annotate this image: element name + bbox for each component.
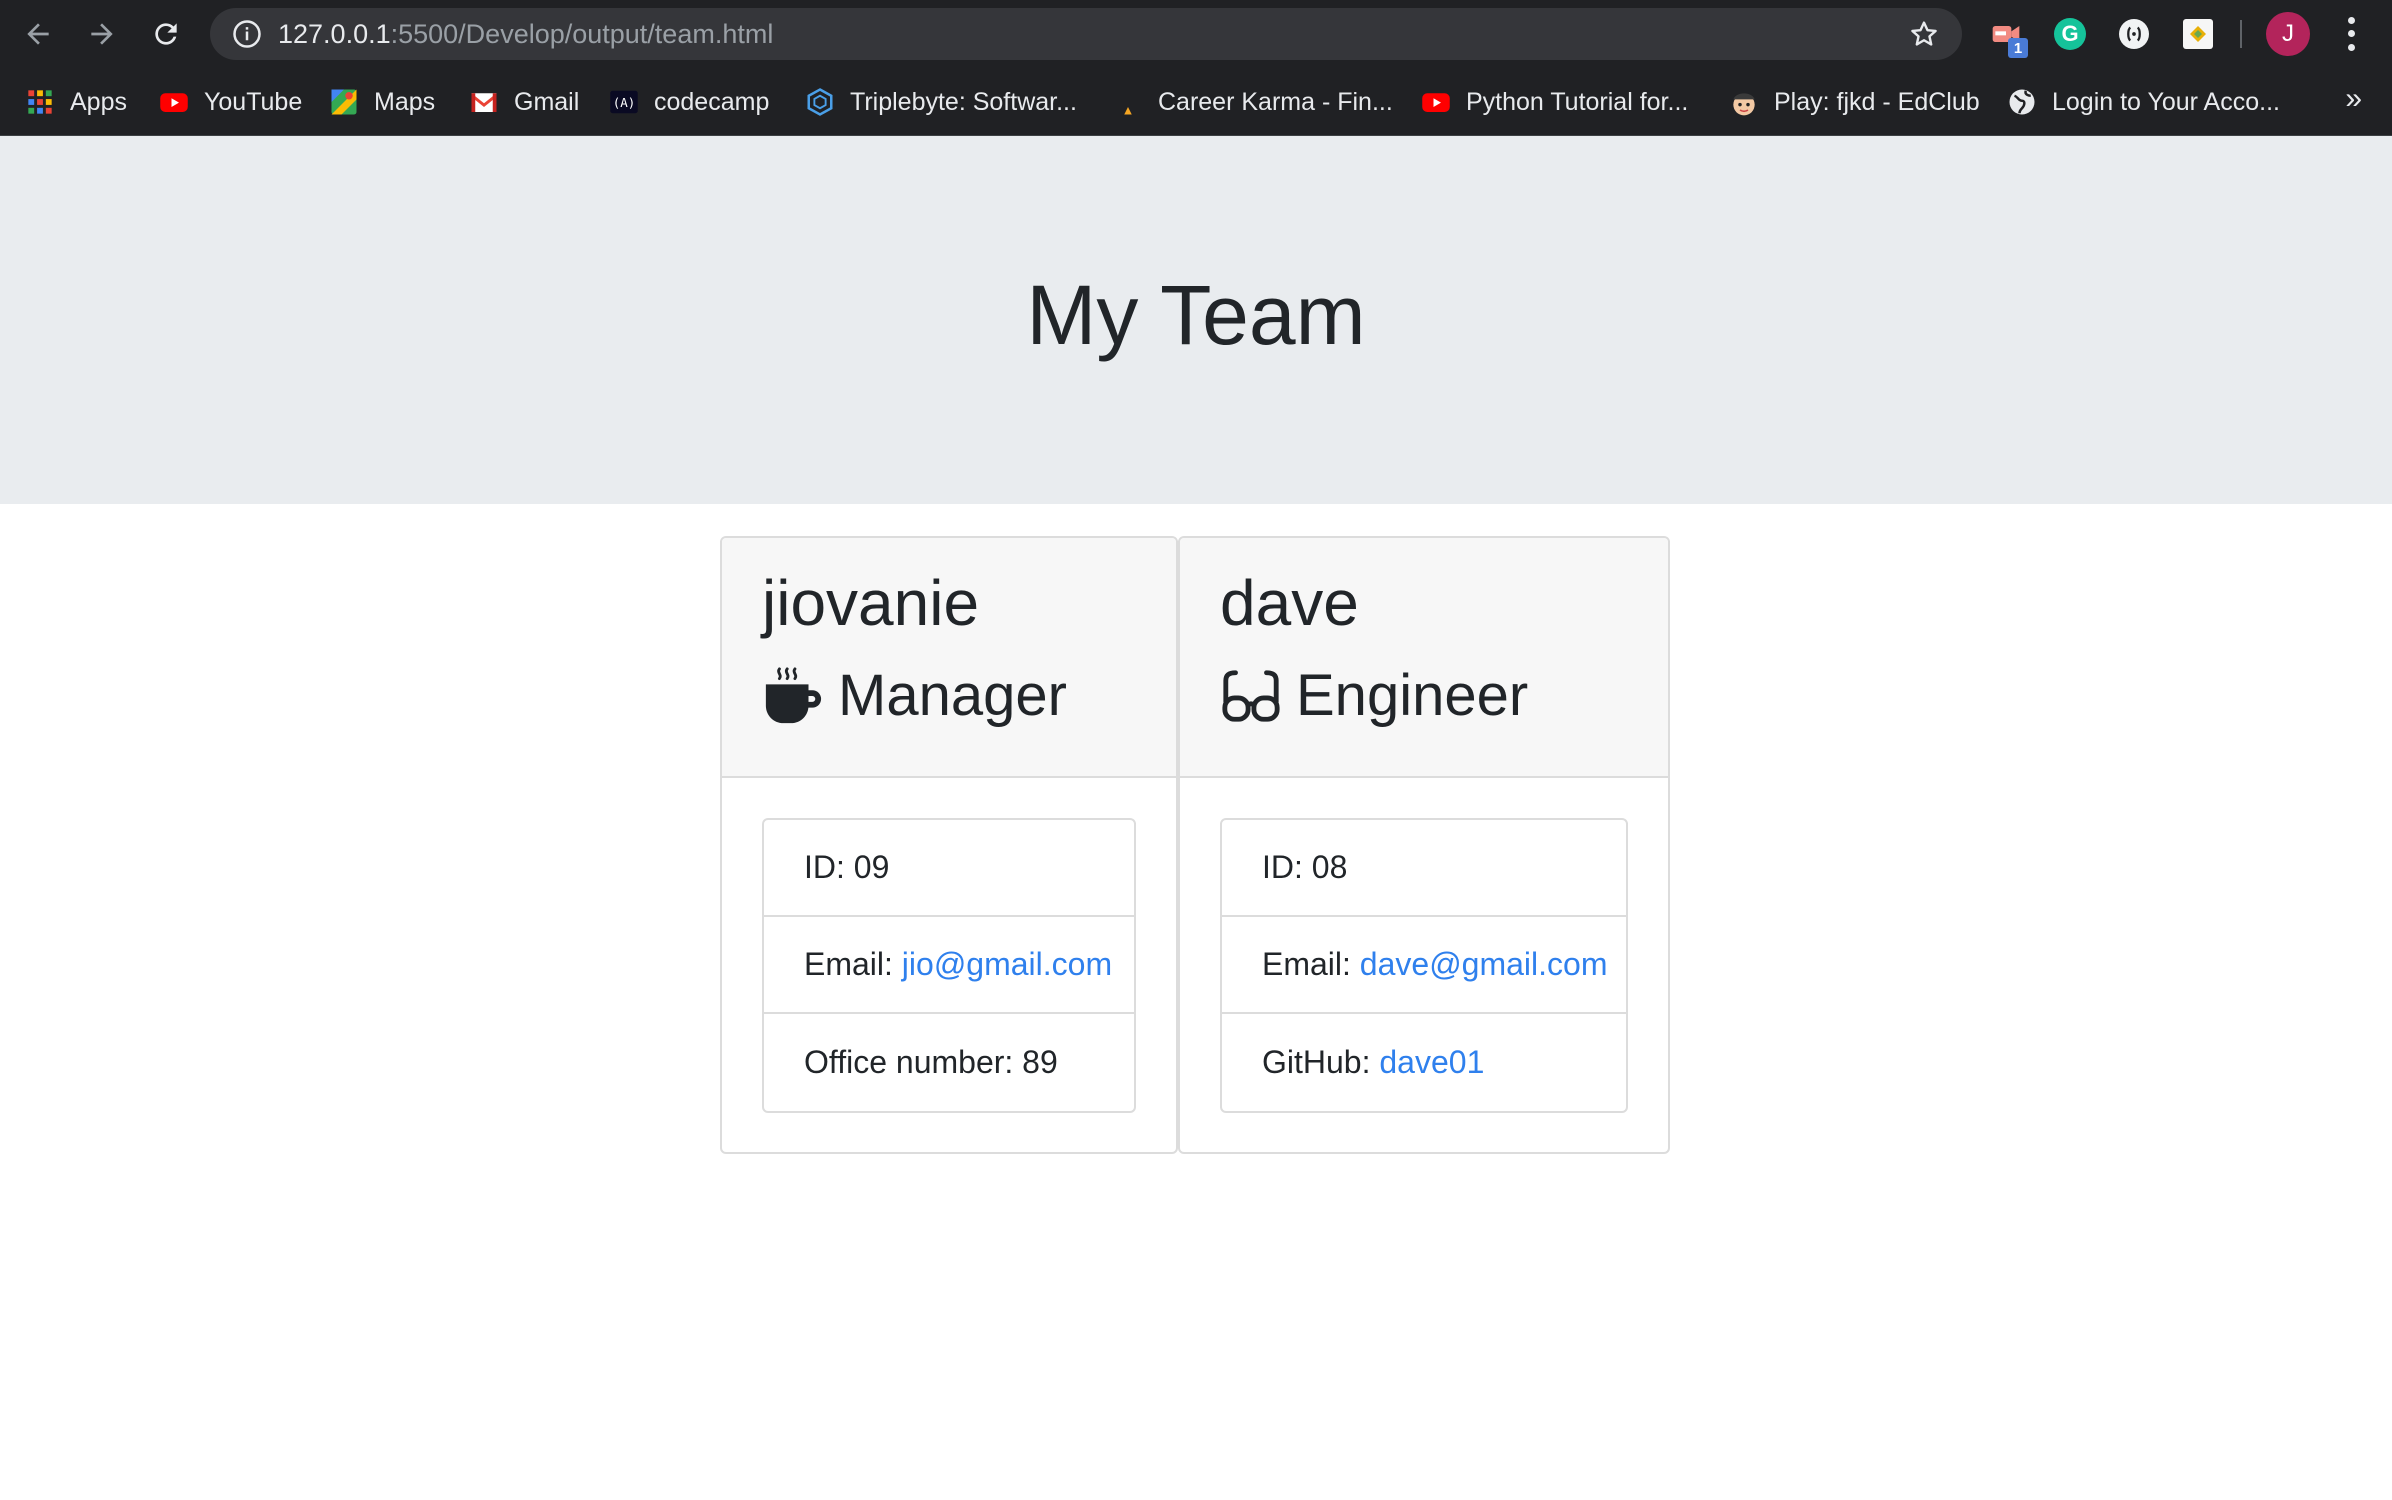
extension-button[interactable] [2114, 14, 2154, 54]
globe-icon [2006, 86, 2038, 118]
email-label: Email: [1262, 946, 1351, 982]
info-icon[interactable] [232, 19, 262, 49]
browser-toolbar: 127.0.0.1:5500/Develop/output/team.html … [0, 0, 2392, 68]
employee-details-list: ID: 09 Email: jio@gmail.com Office numbe… [762, 818, 1136, 1113]
youtube-icon [158, 86, 190, 118]
freecodecamp-icon: (A) [608, 86, 640, 118]
employee-role: Manager [762, 662, 1067, 729]
youtube-icon [1420, 86, 1452, 118]
page-title: My Team [1026, 267, 1366, 362]
employee-role: Engineer [1220, 662, 1528, 729]
url-host: 127.0.0.1 [278, 19, 391, 49]
bookmark-label: Triplebyte: Softwar... [850, 87, 1077, 116]
employee-card-engineer: dave Engineer ID: 08 Email: dave@gmail.c… [1178, 536, 1670, 1154]
svg-text:(A): (A) [613, 95, 636, 110]
bookmark-label: Python Tutorial for... [1466, 87, 1689, 116]
bookmark-label: Login to Your Acco... [2052, 87, 2280, 116]
extension-square-icon [2183, 19, 2213, 49]
url-text[interactable]: 127.0.0.1:5500/Develop/output/team.html [278, 18, 773, 50]
edclub-icon [1728, 86, 1760, 118]
toolbar-separator [2240, 20, 2242, 48]
email-link[interactable]: jio@gmail.com [902, 946, 1112, 983]
bookmark-apps[interactable]: Apps [24, 80, 127, 124]
forward-button[interactable] [78, 10, 126, 58]
bookmark-python-tutorial[interactable]: Python Tutorial for... [1420, 80, 1688, 124]
employee-id: ID: 09 [764, 820, 1134, 917]
url-path: :5500/Develop/output/team.html [390, 19, 774, 49]
arrow-left-icon [27, 23, 49, 45]
email-link[interactable]: dave@gmail.com [1360, 946, 1608, 983]
bookmark-gmail[interactable]: Gmail [468, 80, 579, 124]
bookmark-star-icon[interactable] [1908, 18, 1940, 50]
glasses-icon [1222, 669, 1280, 722]
more-menu-icon[interactable] [2336, 14, 2366, 54]
bookmark-label: Maps [374, 87, 436, 116]
bookmark-edclub[interactable]: Play: fjkd - EdClub [1728, 80, 1980, 124]
employee-email-row: Email: dave@gmail.com [1222, 917, 1626, 1014]
bookmark-label: Play: fjkd - EdClub [1774, 87, 1980, 116]
gmail-icon [468, 86, 500, 118]
maps-icon [328, 86, 360, 118]
arrow-right-icon [91, 23, 113, 45]
employee-email-row: Email: jio@gmail.com [764, 917, 1134, 1014]
employee-details-list: ID: 08 Email: dave@gmail.com GitHub: dav… [1220, 818, 1628, 1113]
extension-video-button[interactable]: 1 [1986, 14, 2028, 58]
email-label: Email: [804, 946, 893, 982]
profile-avatar[interactable]: J [2266, 12, 2310, 56]
extension-badge: 1 [2008, 38, 2028, 58]
more-bookmarks-button[interactable]: » [2345, 82, 2362, 116]
employee-name: dave [1220, 567, 1359, 639]
extension-circle-icon [2119, 19, 2149, 49]
reload-button[interactable] [142, 10, 190, 58]
employee-card-manager: jiovanie Manager ID: 09 Email: jio@gmail… [720, 536, 1178, 1154]
github-row: GitHub: dave01 [1222, 1014, 1626, 1111]
bookmark-label: YouTube [204, 87, 303, 116]
bookmark-career-karma[interactable]: Career Karma - Fin... [1112, 80, 1393, 124]
page-header: My Team [0, 136, 2392, 504]
extension-button-2[interactable] [2178, 14, 2218, 54]
office-number: Office number: 89 [804, 1044, 1058, 1080]
bookmark-codecamp[interactable]: (A) codecamp [608, 80, 769, 124]
bookmark-label: Career Karma - Fin... [1158, 87, 1393, 116]
bookmark-maps[interactable]: Maps [328, 80, 435, 124]
card-header: dave Engineer [1180, 538, 1668, 778]
bookmarks-bar: Apps YouTube Maps Gmail (A) codecamp Tri… [0, 68, 2392, 136]
triplebyte-icon [804, 86, 836, 118]
bookmark-youtube[interactable]: YouTube [158, 80, 302, 124]
github-link[interactable]: dave01 [1379, 1044, 1484, 1081]
career-karma-icon [1112, 86, 1144, 118]
back-button[interactable] [14, 10, 62, 58]
employee-id: ID: 08 [1222, 820, 1626, 917]
employee-role-label: Manager [838, 663, 1067, 728]
card-header: jiovanie Manager [722, 538, 1176, 778]
employee-name: jiovanie [762, 567, 980, 639]
address-bar[interactable]: 127.0.0.1:5500/Develop/output/team.html [210, 8, 1962, 60]
bookmark-label: codecamp [654, 87, 770, 116]
bookmark-triplebyte[interactable]: Triplebyte: Softwar... [804, 80, 1077, 124]
apps-grid-icon [24, 86, 56, 118]
bookmark-label: Gmail [514, 87, 580, 116]
mug-icon [765, 666, 822, 723]
bookmark-login[interactable]: Login to Your Acco... [2006, 80, 2280, 124]
grammarly-button[interactable]: G [2050, 14, 2090, 54]
employee-role-label: Engineer [1296, 663, 1529, 728]
github-label: GitHub: [1262, 1044, 1371, 1080]
grammarly-icon: G [2054, 18, 2086, 50]
bookmark-label: Apps [70, 87, 127, 116]
reload-icon [155, 23, 177, 45]
